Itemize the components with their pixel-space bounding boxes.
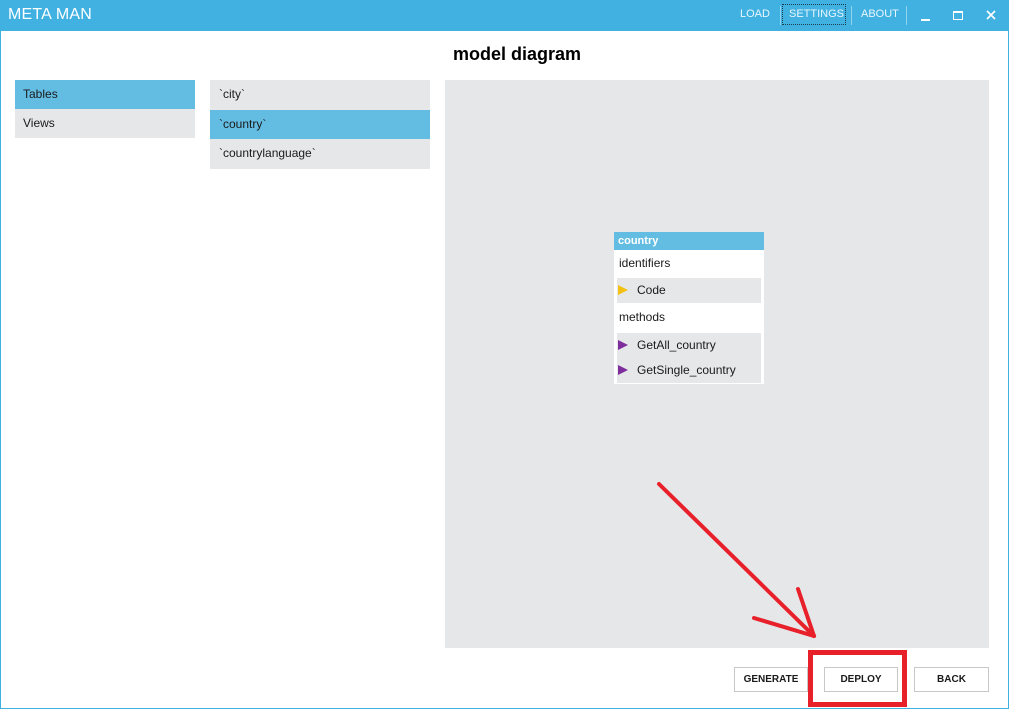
- method-label: GetAll_country: [637, 338, 716, 352]
- load-menu[interactable]: LOAD: [740, 8, 770, 20]
- about-menu[interactable]: ABOUT: [861, 8, 899, 20]
- category-item-views[interactable]: Views: [15, 109, 195, 138]
- app-title: META MAN: [8, 6, 92, 23]
- category-list: Tables Views: [15, 80, 195, 138]
- close-button[interactable]: [981, 5, 1001, 25]
- settings-menu[interactable]: SETTINGS: [789, 8, 844, 20]
- deploy-button[interactable]: DEPLOY: [824, 667, 898, 692]
- close-icon: [986, 10, 996, 20]
- identifiers-heading: identifiers: [619, 256, 671, 270]
- maximize-icon: [953, 11, 963, 20]
- identifier-label: Code: [637, 283, 666, 297]
- table-item-countrylanguage[interactable]: `countrylanguage`: [210, 139, 430, 169]
- method-row[interactable]: GetAll_country: [617, 333, 761, 358]
- maximize-button[interactable]: [948, 5, 968, 25]
- page-title: model diagram: [452, 44, 582, 64]
- diagram-canvas[interactable]: country identifiers Code methods GetAll_…: [445, 80, 989, 648]
- key-marker-icon: [618, 285, 628, 295]
- table-item-city[interactable]: `city`: [210, 80, 430, 110]
- minimize-button[interactable]: [916, 5, 936, 25]
- entity-box[interactable]: country identifiers Code methods GetAll_…: [614, 232, 764, 384]
- table-list: `city` `country` `countrylanguage`: [210, 80, 430, 169]
- category-item-tables[interactable]: Tables: [15, 80, 195, 109]
- method-marker-icon: [618, 365, 628, 375]
- generate-button[interactable]: GENERATE: [734, 667, 808, 692]
- method-label: GetSingle_country: [637, 363, 736, 377]
- identifier-row[interactable]: Code: [617, 278, 761, 303]
- menu-separator: [780, 6, 781, 25]
- menu-separator: [906, 6, 907, 25]
- menu-separator: [851, 6, 852, 25]
- method-marker-icon: [618, 340, 628, 350]
- entity-header: country: [614, 232, 764, 250]
- minimize-icon: [921, 19, 930, 21]
- back-button[interactable]: BACK: [914, 667, 989, 692]
- methods-heading: methods: [619, 310, 666, 324]
- method-row[interactable]: GetSingle_country: [617, 358, 761, 383]
- table-item-country[interactable]: `country`: [210, 109, 430, 139]
- title-bar: META MAN LOAD SETTINGS ABOUT: [0, 0, 1009, 31]
